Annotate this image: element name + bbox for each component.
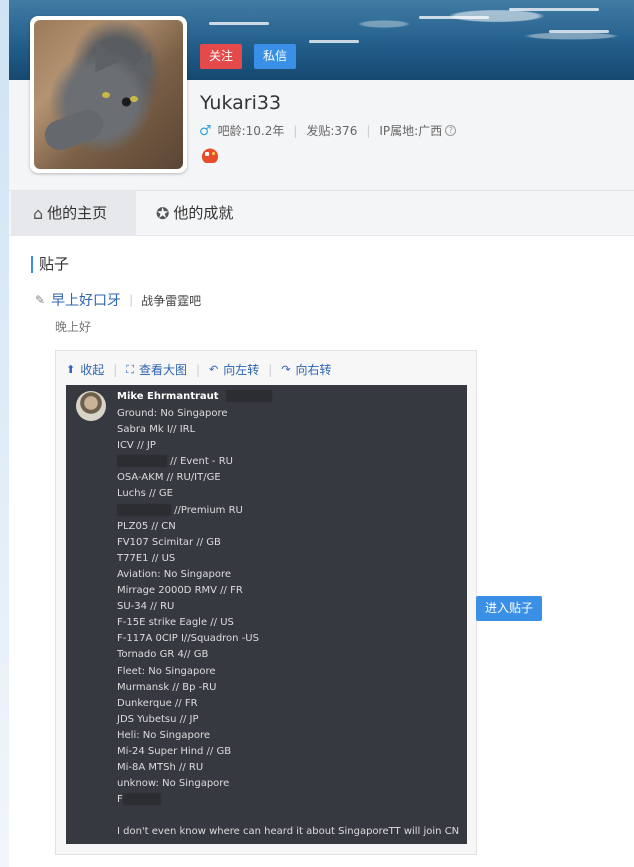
banner-wave xyxy=(209,22,269,25)
redacted-region xyxy=(122,793,161,806)
home-icon: ⌂ xyxy=(33,204,44,223)
achievement-icon: ✪ xyxy=(156,204,170,223)
chat-line: PLZ05 // CN xyxy=(117,520,176,532)
message-button[interactable]: 私信 xyxy=(254,44,296,69)
avatar[interactable] xyxy=(30,16,187,173)
ip-location: IP属地:广西 xyxy=(379,124,443,138)
tab-home[interactable]: ⌂ 他的主页 xyxy=(11,191,136,236)
forum-age: 吧龄:10.2年 xyxy=(217,124,285,138)
chat-line: // Event - RU xyxy=(117,454,259,470)
rotate-left-button[interactable]: ↶ 向左转 xyxy=(209,361,259,378)
rotate-left-icon: ↶ xyxy=(209,363,219,376)
post-title-link[interactable]: 早上好口牙 xyxy=(51,290,121,310)
redacted-region xyxy=(117,455,167,468)
profile-meta: ♂ 吧龄:10.2年 | 发贴:376 | IP属地:广西 ? xyxy=(199,122,457,139)
chat-username: Mike Ehrmantraut xyxy=(117,390,273,402)
chat-line: F-117A 0CIP I//Squadron -US xyxy=(117,633,259,645)
chat-line: Fleet: No Singapore xyxy=(117,665,216,677)
help-icon[interactable]: ? xyxy=(445,125,457,136)
game-badge-icon[interactable] xyxy=(201,147,219,163)
chat-line-text: // Event - RU xyxy=(167,456,233,468)
collapse-icon: ⬆ xyxy=(66,363,76,376)
chat-line: SU-34 // RU xyxy=(117,601,175,613)
chat-avatar xyxy=(76,391,106,421)
chat-line: Murmansk // Bp -RU xyxy=(117,681,217,693)
chat-line: Mirrage 2000D RMV // FR xyxy=(117,585,243,597)
post-excerpt: 晚上好 xyxy=(55,320,92,334)
chat-line-last: I don't even know where can heard it abo… xyxy=(117,826,460,837)
chat-line: Luchs // GE xyxy=(117,488,173,500)
banner-wave xyxy=(549,30,609,33)
rotate-right-icon: ↷ xyxy=(281,363,291,376)
section-title: 贴子 xyxy=(31,256,69,273)
image-viewer: ⬆ 收起 | ⛶ 查看大图 | ↶ 向左转 | ↷ 向右转 Mike Ehrma… xyxy=(55,350,477,855)
divider: | xyxy=(268,362,273,377)
edit-icon: ✎ xyxy=(35,293,46,307)
chat-line: F xyxy=(117,792,259,808)
chat-message: Ground: No Singapore Sabra Mk I// IRL IC… xyxy=(117,406,259,808)
enter-post-button[interactable]: 进入贴子 xyxy=(476,596,542,621)
main-content: 贴子 ✎ 早上好口牙 | 战争雷霆吧 晚上好 ⬆ 收起 | ⛶ 查看大图 | ↶… xyxy=(9,236,634,867)
redacted-region xyxy=(226,390,273,402)
username: Yukari33 xyxy=(200,92,282,114)
chat-line: Heli: No Singapore xyxy=(117,729,211,741)
chat-line: F-15E strike Eagle // US xyxy=(117,617,234,629)
chat-line: unknow: No Singapore xyxy=(117,778,230,790)
banner-wave xyxy=(419,16,489,19)
rotate-right-label: 向右转 xyxy=(295,363,332,377)
collapse-button[interactable]: ⬆ 收起 xyxy=(66,361,104,378)
view-large-label: 查看大图 xyxy=(138,363,187,377)
chat-line: Tornado GR 4// GB xyxy=(117,649,209,661)
chat-line: //Premium RU xyxy=(117,503,259,519)
image-toolbar: ⬆ 收起 | ⛶ 查看大图 | ↶ 向左转 | ↷ 向右转 xyxy=(66,361,332,378)
banner-wave xyxy=(309,40,359,43)
gender-icon: ♂ xyxy=(199,122,212,139)
chat-line: Ground: No Singapore xyxy=(117,408,228,419)
post-count: 发贴:376 xyxy=(306,124,358,138)
divider: | xyxy=(129,293,134,307)
chat-line: T77E1 // US xyxy=(117,552,176,564)
rotate-left-label: 向左转 xyxy=(223,363,260,377)
divider: | xyxy=(113,362,118,377)
profile-tabs: ⌂ 他的主页 ✪ 他的成就 xyxy=(9,190,634,236)
post-header: ✎ 早上好口牙 | 战争雷霆吧 xyxy=(35,290,201,310)
chat-line: Mi-8A MTSh // RU xyxy=(117,762,204,774)
divider: | xyxy=(293,123,298,138)
chat-line: Aviation: No Singapore xyxy=(117,568,232,580)
chat-line: Dunkerque // FR xyxy=(117,697,198,709)
redacted-region xyxy=(117,503,171,516)
chat-username-text: Mike Ehrmantraut xyxy=(117,391,219,402)
tab-home-label: 他的主页 xyxy=(47,204,108,222)
collapse-label: 收起 xyxy=(80,363,105,377)
chat-line: Sabra Mk I// IRL xyxy=(117,424,196,436)
follow-button[interactable]: 关注 xyxy=(200,44,242,69)
banner-wave xyxy=(509,8,599,11)
chat-line: OSA-AKM // RU/IT/GE xyxy=(117,472,221,484)
tab-achievements[interactable]: ✪ 他的成就 xyxy=(144,191,264,236)
view-large-button[interactable]: ⛶ 查看大图 xyxy=(126,361,187,378)
avatar-image xyxy=(34,20,183,169)
chat-line: FV107 Scimitar // GB xyxy=(117,536,221,548)
divider: | xyxy=(196,362,201,377)
chat-line: Mi-24 Super Hind // GB xyxy=(117,745,232,757)
post-image[interactable]: Mike Ehrmantraut Ground: No Singapore Sa… xyxy=(66,385,467,844)
rotate-right-button[interactable]: ↷ 向右转 xyxy=(281,361,331,378)
forum-link[interactable]: 战争雷霆吧 xyxy=(141,292,201,309)
divider: | xyxy=(366,123,371,138)
chat-line: ICV // JP xyxy=(117,440,156,452)
chat-line-text: //Premium RU xyxy=(171,504,243,516)
chat-line: JDS Yubetsu // JP xyxy=(117,713,199,725)
expand-icon: ⛶ xyxy=(126,362,134,376)
tab-achievements-label: 他的成就 xyxy=(173,204,234,222)
